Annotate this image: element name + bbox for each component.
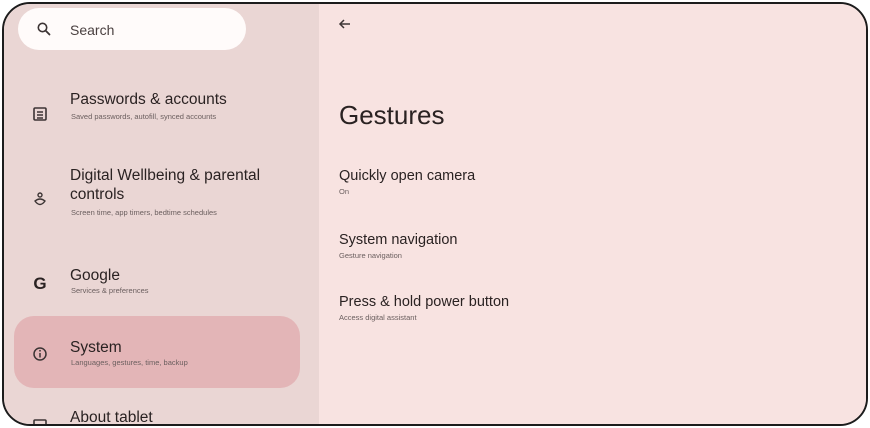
google-icon: G — [33, 274, 47, 293]
sidebar-item-subtitle: Services & preferences — [71, 286, 149, 295]
main-content: Gestures Quickly open camera On System n… — [319, 4, 866, 424]
sidebar-item-label: About tablet — [70, 409, 153, 426]
sidebar-item-label: Digital Wellbeing & parental controls — [70, 167, 261, 203]
sidebar-item-google[interactable]: G Google Services & preferences — [4, 266, 319, 306]
sidebar: Search Passwords & accounts Saved passwo… — [4, 4, 319, 424]
setting-row-quick-camera[interactable]: Quickly open camera On — [339, 167, 475, 197]
setting-title: Press & hold power button — [339, 294, 510, 310]
page-title: Gestures — [339, 100, 445, 130]
setting-title: System navigation — [339, 232, 458, 248]
sidebar-item-subtitle: Saved passwords, autofill, synced accoun… — [71, 112, 217, 121]
search-label: Search — [70, 22, 115, 38]
setting-subtitle: Gesture navigation — [339, 251, 402, 260]
sidebar-item-label: Passwords & accounts — [70, 91, 227, 108]
sidebar-item-passwords-accounts[interactable]: Passwords & accounts Saved passwords, au… — [4, 90, 319, 150]
setting-subtitle: Access digital assistant — [339, 313, 417, 322]
sidebar-item-label: Google — [70, 267, 120, 284]
sidebar-item-system[interactable]: System Languages, gestures, time, backup — [4, 338, 319, 378]
sidebar-item-label: System — [70, 339, 122, 356]
tablet-icon — [30, 416, 50, 424]
setting-row-power-button[interactable]: Press & hold power button Access digital… — [339, 293, 509, 323]
sidebar-item-about-tablet[interactable]: About tablet — [4, 408, 319, 426]
back-arrow-icon[interactable] — [337, 16, 353, 32]
account-box-icon — [30, 104, 50, 124]
search-bar[interactable]: Search — [18, 8, 246, 50]
info-icon — [30, 344, 50, 364]
sidebar-item-digital-wellbeing[interactable]: Digital Wellbeing & parental controls Sc… — [4, 166, 319, 246]
sidebar-item-subtitle: Screen time, app timers, bedtime schedul… — [71, 208, 217, 217]
sidebar-item-subtitle: Languages, gestures, time, backup — [71, 358, 188, 367]
setting-row-system-navigation[interactable]: System navigation Gesture navigation — [339, 231, 457, 261]
search-icon — [36, 21, 52, 37]
setting-title: Quickly open camera — [339, 168, 476, 184]
setting-subtitle: On — [339, 187, 350, 196]
settings-window: Search Passwords & accounts Saved passwo… — [2, 2, 868, 426]
wellbeing-icon — [30, 190, 50, 210]
